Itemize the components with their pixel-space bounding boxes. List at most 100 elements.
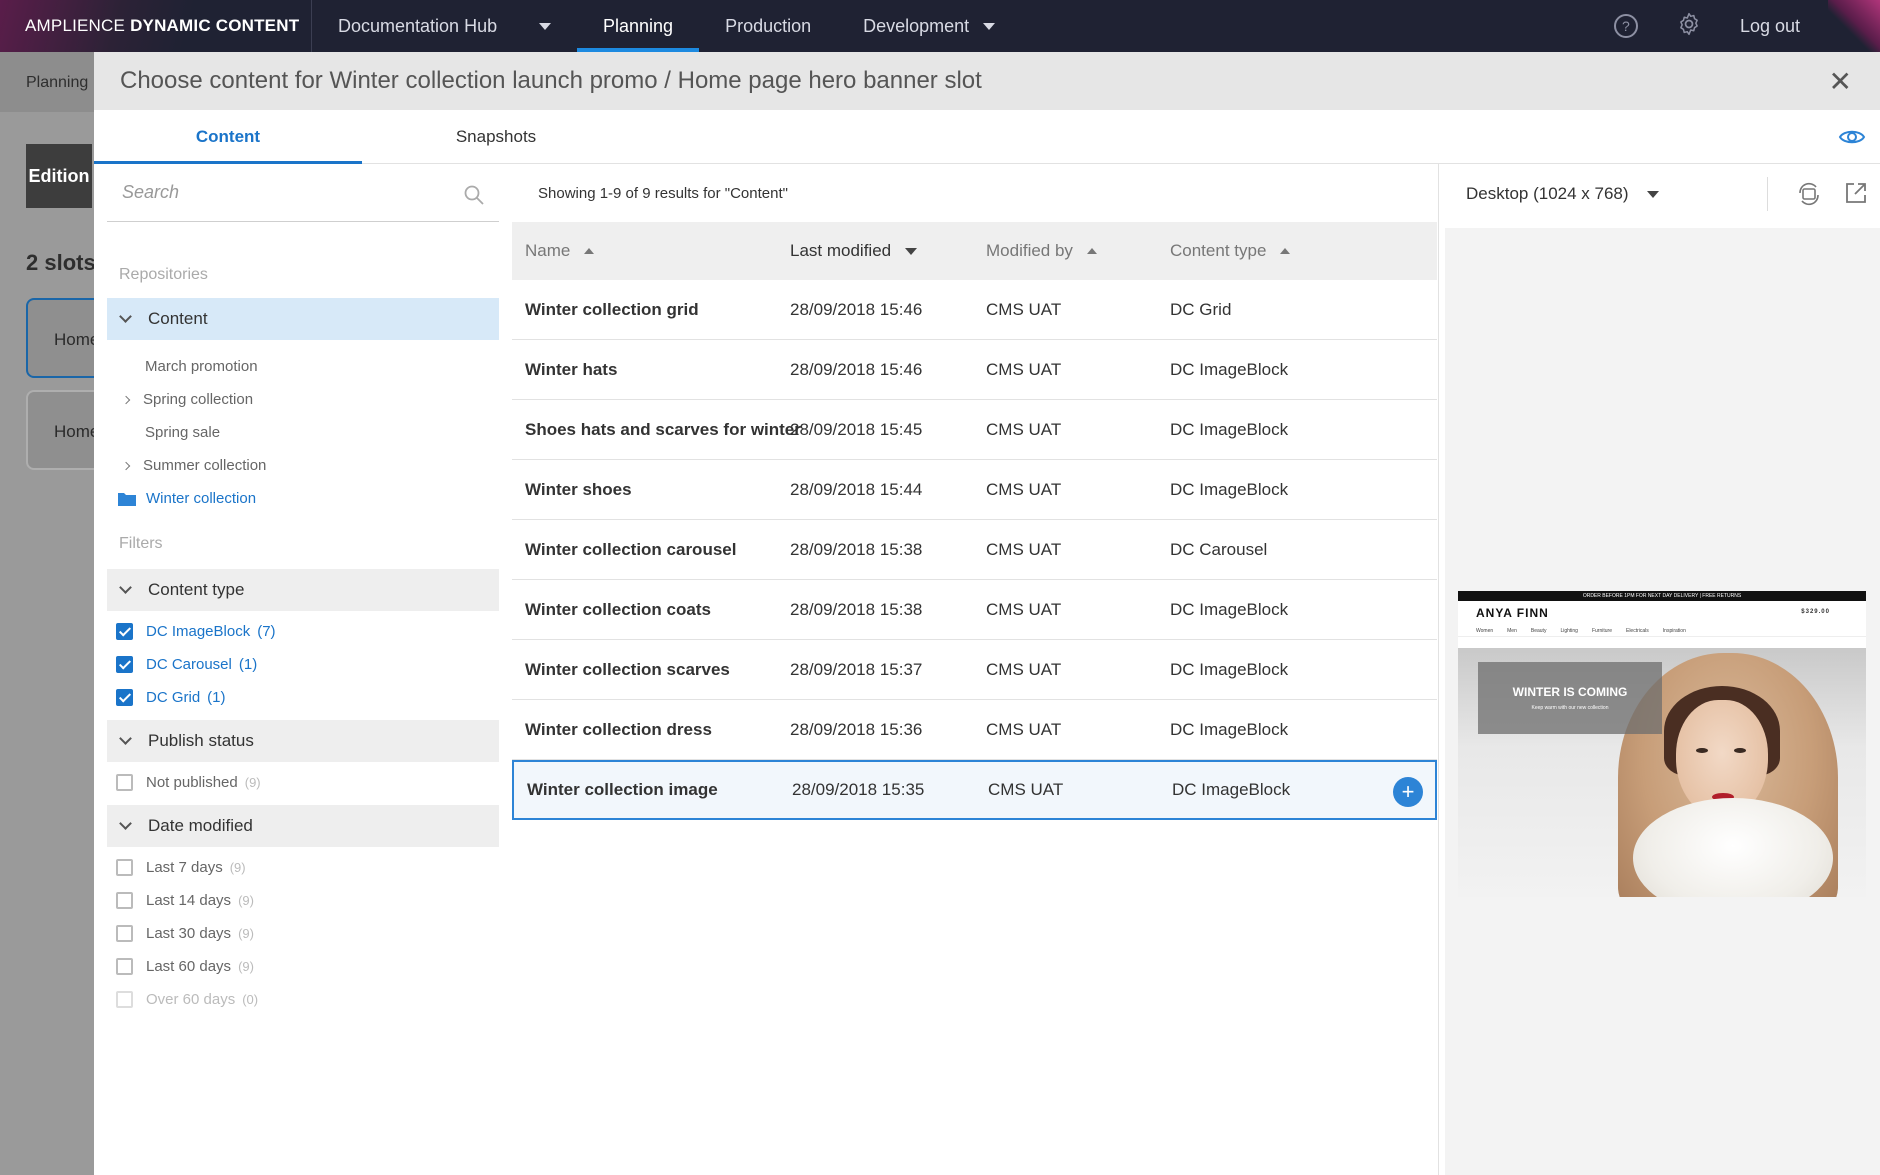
table-row[interactable]: Winter collection dress 28/09/2018 15:36 C… bbox=[512, 700, 1437, 760]
background-edition-badge: Edition bbox=[26, 144, 92, 208]
search-input[interactable]: Search bbox=[107, 164, 499, 222]
site-hero-banner: WINTER IS COMING Keep warm with our new … bbox=[1458, 648, 1866, 897]
nav-production[interactable]: Production bbox=[699, 0, 837, 52]
folder-label: Summer collection bbox=[143, 457, 267, 474]
folder-item[interactable]: Spring collection bbox=[107, 383, 499, 416]
filter-option[interactable]: Last 7 days (9) bbox=[107, 851, 499, 884]
site-menu-item: Beauty bbox=[1530, 627, 1547, 634]
column-header-last-modified[interactable]: Last modified bbox=[790, 241, 986, 261]
filter-option-count: (0) bbox=[242, 992, 259, 1007]
table-row[interactable]: Winter hats 28/09/2018 15:46 CMS UAT DC Ima… bbox=[512, 340, 1437, 400]
table-header: Name Last modified Modified by Content t… bbox=[512, 222, 1437, 280]
filter-group-date-modified[interactable]: Date modified bbox=[107, 805, 499, 847]
filter-group-label: Date modified bbox=[148, 816, 253, 835]
checkbox[interactable] bbox=[116, 774, 133, 791]
close-icon[interactable]: ✕ bbox=[1829, 68, 1852, 96]
tab-snapshots-label: Snapshots bbox=[455, 126, 537, 146]
checkbox[interactable] bbox=[116, 689, 133, 706]
filter-option[interactable]: Last 60 days (9) bbox=[107, 950, 499, 983]
sort-arrow-icon bbox=[1280, 248, 1291, 254]
filter-option[interactable]: DC Grid (1) bbox=[107, 681, 499, 714]
checkbox[interactable] bbox=[116, 623, 133, 640]
hub-switcher[interactable]: Documentation Hub bbox=[312, 0, 577, 52]
filter-option[interactable]: DC Carousel (1) bbox=[107, 648, 499, 681]
rotate-icon[interactable] bbox=[1796, 181, 1822, 207]
table-row[interactable]: Shoes hats and scarves for winter 28/09/2… bbox=[512, 400, 1437, 460]
folder-label: March promotion bbox=[145, 358, 258, 375]
folder-item-selected[interactable]: Winter collection bbox=[107, 482, 499, 515]
site-logo: ANYA FINN $329.00 bbox=[1458, 601, 1866, 625]
folder-item[interactable]: Spring sale bbox=[107, 416, 499, 449]
tab-snapshots[interactable]: Snapshots bbox=[362, 110, 630, 163]
column-header-content-type[interactable]: Content type bbox=[1170, 241, 1390, 261]
cell-last-modified: 28/09/2018 15:35 bbox=[792, 780, 925, 799]
chevron-right-icon[interactable] bbox=[121, 395, 131, 404]
nav-planning-label: Planning bbox=[603, 15, 674, 36]
nav-planning[interactable]: Planning bbox=[577, 0, 700, 52]
cell-content-type: DC ImageBlock bbox=[1172, 780, 1291, 799]
filter-option-label: Last 30 days bbox=[146, 925, 232, 942]
checkbox[interactable] bbox=[116, 859, 133, 876]
filter-group-label: Content type bbox=[148, 580, 245, 599]
site-menu-item: Men bbox=[1507, 627, 1517, 634]
cell-content-type: DC ImageBlock bbox=[1170, 479, 1289, 499]
tab-content[interactable]: Content bbox=[94, 110, 362, 164]
sort-arrow-icon bbox=[584, 248, 595, 254]
repository-label: Content bbox=[148, 309, 208, 328]
chevron-down-icon bbox=[119, 732, 132, 745]
filter-option[interactable]: Not published (9) bbox=[107, 766, 499, 799]
filter-option-label: Last 14 days bbox=[146, 892, 232, 909]
folder-item[interactable]: March promotion bbox=[107, 350, 499, 383]
cell-last-modified: 28/09/2018 15:46 bbox=[790, 299, 923, 319]
cell-name: Shoes hats and scarves for winter bbox=[525, 419, 801, 439]
logout-link[interactable]: Log out bbox=[1740, 16, 1800, 37]
filter-option-count: (1) bbox=[238, 656, 258, 673]
filter-option[interactable]: DC ImageBlock (7) bbox=[107, 615, 499, 648]
nav-development[interactable]: Development bbox=[837, 0, 1021, 52]
checkbox[interactable] bbox=[116, 958, 133, 975]
site-menu-item: Lighting bbox=[1560, 627, 1578, 634]
table-row[interactable]: Winter collection scarves 28/09/2018 15:3… bbox=[512, 640, 1437, 700]
modal-tabs: Content Snapshots bbox=[94, 110, 1880, 164]
folder-item[interactable]: Summer collection bbox=[107, 449, 499, 482]
eye-icon[interactable] bbox=[1838, 126, 1866, 148]
column-header-label: Content type bbox=[1170, 241, 1267, 260]
table-row[interactable]: Winter collection coats 28/09/2018 15:38 C… bbox=[512, 580, 1437, 640]
modal-header: Choose content for Winter collection lau… bbox=[94, 52, 1880, 110]
external-link-icon[interactable] bbox=[1844, 181, 1868, 205]
filter-option-label: Over 60 days bbox=[146, 991, 236, 1008]
filter-group-content-type[interactable]: Content type bbox=[107, 569, 499, 611]
chevron-right-icon[interactable] bbox=[121, 461, 131, 470]
filter-option[interactable]: Last 30 days (9) bbox=[107, 917, 499, 950]
site-menu-item: Inspiration bbox=[1662, 627, 1686, 634]
add-content-button[interactable]: + bbox=[1393, 777, 1423, 807]
table-row[interactable]: Winter collection carousel 28/09/2018 15:… bbox=[512, 520, 1437, 580]
filter-option-count: (9) bbox=[238, 893, 254, 908]
column-header-modified-by[interactable]: Modified by bbox=[986, 241, 1170, 261]
search-icon[interactable] bbox=[463, 184, 485, 206]
cell-name: Winter collection scarves bbox=[525, 659, 730, 679]
help-icon[interactable]: ? bbox=[1613, 14, 1638, 38]
top-nav-bar: AMPLIENCE DYNAMIC CONTENT Documentation H… bbox=[0, 0, 1880, 52]
repository-content[interactable]: Content bbox=[107, 298, 499, 340]
table-row[interactable]: Winter shoes 28/09/2018 15:44 CMS UAT DC Im… bbox=[512, 460, 1437, 520]
results-panel: Showing 1-9 of 9 results for "Content" N… bbox=[512, 164, 1437, 820]
folder-list: March promotion Spring collection Spring… bbox=[107, 340, 499, 515]
filter-option[interactable]: Last 14 days (9) bbox=[107, 884, 499, 917]
column-header-name[interactable]: Name bbox=[512, 241, 790, 261]
table-row-selected[interactable]: Winter collection image 28/09/2018 15:35 C… bbox=[512, 760, 1437, 820]
cell-last-modified: 28/09/2018 15:36 bbox=[790, 719, 923, 739]
cell-last-modified: 28/09/2018 15:37 bbox=[790, 659, 923, 679]
cell-content-type: DC ImageBlock bbox=[1170, 419, 1289, 439]
cell-content-type: DC Carousel bbox=[1170, 539, 1268, 559]
cell-modified-by: CMS UAT bbox=[986, 599, 1062, 619]
gear-icon[interactable] bbox=[1676, 11, 1702, 42]
checkbox[interactable] bbox=[116, 656, 133, 673]
filters-label: Filters bbox=[119, 535, 163, 552]
checkbox[interactable] bbox=[116, 925, 133, 942]
device-label: Desktop (1024 x 768) bbox=[1466, 184, 1629, 203]
device-selector[interactable]: Desktop (1024 x 768) bbox=[1439, 164, 1880, 224]
table-row[interactable]: Winter collection grid 28/09/2018 15:46 CM… bbox=[512, 280, 1437, 340]
filter-group-publish-status[interactable]: Publish status bbox=[107, 720, 499, 762]
checkbox[interactable] bbox=[116, 892, 133, 909]
